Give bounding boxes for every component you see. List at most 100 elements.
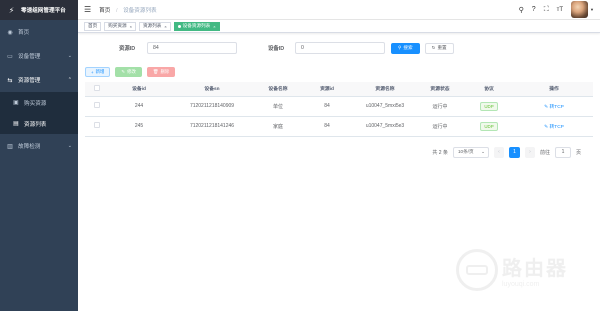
page-size-select[interactable]: 10条/页 ⌄ xyxy=(452,146,489,158)
goto-page-input[interactable]: 1 xyxy=(554,146,571,158)
cart-icon: ▣ xyxy=(13,100,19,106)
cell-device-sn: 7120211218140909 xyxy=(169,96,255,117)
sidebar-item-device-management[interactable]: ▭ 设备管理 ⌄ xyxy=(0,44,78,68)
tag-device-resource-list[interactable]: 设备资源列表 × xyxy=(173,21,220,31)
sidebar-item-buy-resource[interactable]: ▣ 购买资源 xyxy=(0,92,78,113)
cell-protocol: UDP xyxy=(463,96,515,117)
toolbar: + 新增 ✎ 修改 🗑 删除 xyxy=(85,67,593,77)
hamburger-icon[interactable]: ☰ xyxy=(84,5,91,14)
app-logo[interactable]: ⚡ 零速组网管理平台 xyxy=(0,0,78,20)
edit-icon: ✎ xyxy=(121,69,126,74)
resource-id-label: 资源ID xyxy=(119,46,136,52)
chart-icon: ▥ xyxy=(7,143,13,150)
search-button[interactable]: ⚲ 搜索 xyxy=(391,42,420,54)
switch-tcp-link[interactable]: ✎ 转TCP xyxy=(544,125,564,130)
tag-label: 资源列表 xyxy=(142,23,162,28)
tag-label: 首页 xyxy=(88,23,98,28)
sidebar-item-home[interactable]: ◉ 首页 xyxy=(0,20,78,44)
sidebar-item-label: 设备管理 xyxy=(18,54,41,60)
select-all-checkbox[interactable] xyxy=(94,84,100,91)
device-id-label: 设备ID xyxy=(268,46,285,52)
delete-button-label: 删除 xyxy=(160,69,170,74)
cell-device-id: 245 xyxy=(109,116,169,137)
lightning-icon: ⚡ xyxy=(8,5,15,15)
delete-button[interactable]: 🗑 删除 xyxy=(146,67,176,77)
protocol-badge: UDP xyxy=(480,101,498,111)
column-header: 资源名称 xyxy=(353,82,417,97)
protocol-badge: UDP xyxy=(480,121,498,131)
device-resource-table: 设备id 设备sn 设备名称 资源id 资源名称 资源状态 协议 操作 244 … xyxy=(85,82,593,137)
cell-operation: ✎ 转TCP xyxy=(515,96,593,117)
sidebar: ⚡ 零速组网管理平台 ◉ 首页 ▭ 设备管理 ⌄ ⇆ 资源管理 ⌃ ▣ 购买资源… xyxy=(0,0,78,311)
switch-tcp-label: 转TCP xyxy=(549,104,564,110)
page-unit-label: 页 xyxy=(575,149,581,156)
caret-down-icon[interactable]: ▼ xyxy=(590,7,594,12)
column-header: 设备id xyxy=(109,82,169,97)
font-size-icon[interactable]: тT xyxy=(557,7,563,13)
sidebar-item-label: 购买资源 xyxy=(24,100,47,107)
watermark-title: 路由器 xyxy=(502,258,568,280)
resource-submenu: ▣ 购买资源 ▤ 资源列表 xyxy=(0,92,78,134)
sidebar-item-label: 首页 xyxy=(18,30,30,36)
reset-button-label: 重置 xyxy=(437,45,447,50)
sidebar-item-fault-detection[interactable]: ▥ 故障检测 ⌄ xyxy=(0,134,78,158)
breadcrumb-current: 设备资源列表 xyxy=(123,7,157,14)
switch-tcp-link[interactable]: ✎ 转TCP xyxy=(544,105,564,110)
avatar[interactable] xyxy=(571,1,589,18)
tag-resource-list[interactable]: 资源列表 × xyxy=(138,21,171,31)
sidebar-item-resource-list[interactable]: ▤ 资源列表 xyxy=(0,113,78,134)
cell-operation: ✎ 转TCP xyxy=(515,116,593,137)
close-icon[interactable]: × xyxy=(213,24,215,29)
tag-label: 设备资源列表 xyxy=(182,23,211,28)
tags-view: 首页 购买资源 × 资源列表 × 设备资源列表 × xyxy=(78,20,600,33)
prev-page-button[interactable]: ‹ xyxy=(493,146,504,158)
app-title: 零速组网管理平台 xyxy=(21,8,66,14)
search-form: 资源ID 84 设备ID 0 ⚲ 搜索 ↻ 重置 xyxy=(119,42,593,54)
device-id-input[interactable]: 0 xyxy=(295,42,385,54)
tag-buy-resource[interactable]: 购买资源 × xyxy=(104,21,136,31)
switch-tcp-label: 转TCP xyxy=(549,124,564,130)
search-icon[interactable]: ⚲ xyxy=(519,6,524,14)
breadcrumb-home[interactable]: 首页 xyxy=(99,8,110,14)
watermark-url: luyouqi.com xyxy=(502,281,540,288)
table-row[interactable]: 245 7120211218141246 家庭 84 u10047_5mxi5e… xyxy=(85,116,593,137)
resource-id-input[interactable]: 84 xyxy=(147,42,237,54)
select-all-cell[interactable] xyxy=(85,82,109,97)
row-select-cell[interactable] xyxy=(85,96,109,117)
cell-resource-name: u10047_5mxi5e3 xyxy=(353,96,417,117)
row-select-cell[interactable] xyxy=(85,116,109,137)
close-icon[interactable]: × xyxy=(164,24,166,29)
row-checkbox[interactable] xyxy=(94,122,100,128)
cell-resource-id: 84 xyxy=(301,96,353,117)
plus-icon: + xyxy=(91,69,94,75)
cell-device-id: 244 xyxy=(109,96,169,117)
fullscreen-icon[interactable]: ⛶ xyxy=(544,6,549,14)
chevron-down-icon: ⌄ xyxy=(67,53,72,59)
close-icon[interactable]: × xyxy=(130,24,132,29)
add-button-label: 新增 xyxy=(95,69,105,74)
search-button-label: 搜索 xyxy=(403,45,413,50)
row-checkbox[interactable] xyxy=(94,102,100,108)
edit-button[interactable]: ✎ 修改 xyxy=(115,67,142,77)
sidebar-item-label: 资源管理 xyxy=(18,78,41,84)
column-header: 资源id xyxy=(301,82,353,97)
column-header: 设备名称 xyxy=(255,82,301,97)
next-page-button[interactable]: › xyxy=(524,146,535,158)
page-size-value: 10条/页 xyxy=(457,149,474,154)
table-row[interactable]: 244 7120211218140909 单位 84 u10047_5mxi5e… xyxy=(85,96,593,117)
navbar: ☰ 首页 / 设备资源列表 ⚲ ? ⛶ тT ▼ xyxy=(78,0,600,20)
add-button[interactable]: + 新增 xyxy=(85,67,111,77)
sidebar-item-resource-management[interactable]: ⇆ 资源管理 ⌃ xyxy=(0,68,78,92)
tag-home[interactable]: 首页 xyxy=(84,21,102,31)
help-icon[interactable]: ? xyxy=(532,6,536,13)
column-header: 协议 xyxy=(463,82,515,97)
column-header: 资源状态 xyxy=(417,82,463,97)
monitor-icon: ▭ xyxy=(7,53,13,60)
reset-button[interactable]: ↻ 重置 xyxy=(424,42,454,54)
breadcrumb-separator: / xyxy=(115,7,118,14)
cell-resource-status: 运行中 xyxy=(417,96,463,117)
page-content: 资源ID 84 设备ID 0 ⚲ 搜索 ↻ 重置 + 新增 ✎ 修改 � xyxy=(78,33,600,158)
cell-resource-name: u10047_5mxi5e3 xyxy=(353,116,417,137)
sidebar-item-label: 资源列表 xyxy=(24,121,47,128)
page-number-current[interactable]: 1 xyxy=(508,146,520,158)
